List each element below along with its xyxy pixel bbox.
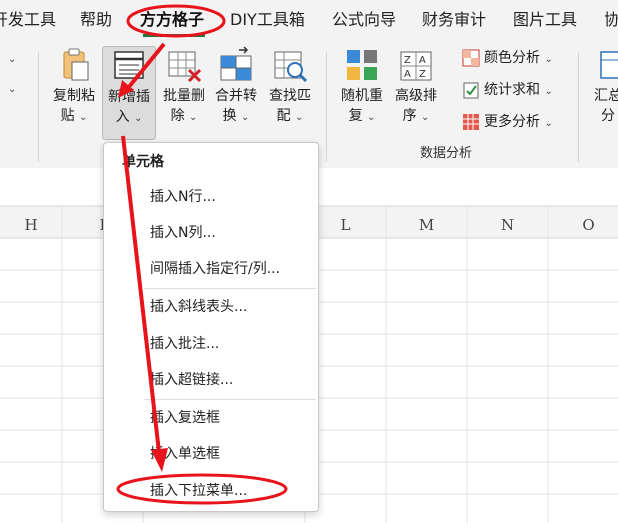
merge-convert-button[interactable]: 合并转 换 ⌄ [210,46,262,138]
button-label: 查找匹 [269,88,311,104]
color-analysis-button[interactable]: 颜色分析 ⌄ [462,46,553,70]
button-label: 贴 [60,108,75,124]
active-tab-underline [143,34,205,37]
button-label: 合并转 [215,88,257,104]
column-header[interactable]: N [467,216,548,238]
tab-help[interactable]: 帮助 [80,9,112,31]
insert-rows-icon [114,51,144,79]
summary-icon [600,51,618,79]
random-repeat-button[interactable]: 随机重 复 ⌄ [336,46,388,138]
menu-tab-bar: 开发工具 帮助 方方格子 DIY工具箱 公式向导 财务审计 图片工具 协 [0,0,618,41]
find-match-icon [274,51,308,83]
small-item-label: 统计求和 [484,82,540,98]
group-label-data-analysis: 数据分析 [420,146,473,161]
find-match-button[interactable]: 查找匹 配 ⌄ [264,46,316,138]
clipboard-check-icon [463,82,479,99]
svg-text:A: A [419,55,426,66]
paste-icon [63,48,89,81]
tab-diy-toolbox[interactable]: DIY工具箱 [230,9,305,31]
small-item-label: 颜色分析 [484,50,540,66]
menu-item-insert-comment[interactable]: 插入批注... [150,334,219,354]
ribbon-separator [326,52,327,162]
statistics-sum-button[interactable]: 统计求和 ⌄ [462,78,553,102]
menu-item-interval-insert[interactable]: 间隔插入指定行/列... [150,259,280,279]
ribbon-separator [38,52,39,162]
menu-section-header: 单元格 [122,154,164,170]
tab-finance-audit[interactable]: 财务审计 [422,9,486,31]
batch-delete-icon [168,51,202,83]
chevron-down-icon: ⌄ [241,112,250,123]
column-header[interactable]: O [548,216,618,238]
merge-convert-icon [220,46,252,81]
button-label: 序 [402,108,417,124]
chevron-down-icon: ⌄ [544,86,553,97]
button-label: 批量删 [163,88,205,104]
button-label: 分 [601,108,615,124]
svg-text:Z: Z [419,69,426,80]
tab-formula-wizard[interactable]: 公式向导 [332,9,396,31]
chevron-down-icon: ⌄ [367,112,376,123]
small-item-label: 更多分析 [484,114,540,130]
button-label: 换 [222,108,237,124]
batch-delete-button[interactable]: 批量删 除 ⌄ [158,46,210,138]
menu-item-insert-diagonal-header[interactable]: 插入斜线表头... [150,297,247,317]
new-insert-button[interactable]: 新增插 入 ⌄ [102,46,156,140]
ribbon-separator [578,52,579,162]
copy-paste-button[interactable]: 复制粘 贴 ⌄ [48,46,100,138]
button-label: 汇总 [594,88,618,104]
tab-fangfang-gezi[interactable]: 方方格子 [140,9,204,31]
menu-separator [144,399,316,400]
chevron-down-icon[interactable]: ⌄ [8,84,16,95]
column-header[interactable]: M [386,216,467,238]
button-label: 新增插 [108,89,150,105]
menu-item-insert-dropdown[interactable]: 插入下拉菜单... [150,481,247,501]
button-label: 配 [276,108,291,124]
red-grid-icon [463,114,479,130]
chevron-down-icon: ⌄ [544,54,553,65]
chevron-down-icon: ⌄ [134,113,143,124]
menu-item-insert-n-rows[interactable]: 插入N行... [150,187,216,207]
button-label: 复 [348,108,363,124]
menu-item-insert-radio[interactable]: 插入单选框 [150,444,220,464]
button-label: 复制粘 [53,88,95,104]
button-label: 入 [115,109,130,125]
button-label: 除 [170,108,185,124]
tab-collab[interactable]: 协 [604,9,618,31]
random-repeat-icon [347,50,377,80]
advanced-sort-icon: Z A A Z [400,51,432,81]
chevron-down-icon: ⌄ [421,112,430,123]
column-header[interactable]: H [0,216,62,238]
more-analysis-button[interactable]: 更多分析 ⌄ [462,110,553,134]
chevron-down-icon[interactable]: ⌄ [8,54,16,65]
menu-item-insert-n-columns[interactable]: 插入N列... [150,223,216,243]
color-grid-icon [462,49,480,67]
button-label: 高级排 [395,88,437,104]
insert-dropdown-menu: 单元格 插入N行... 插入N列... 间隔插入指定行/列... 插入斜线表头.… [103,142,319,512]
tab-image-tools[interactable]: 图片工具 [513,9,577,31]
svg-text:A: A [404,69,411,80]
svg-text:Z: Z [404,55,411,66]
menu-item-insert-checkbox[interactable]: 插入复选框 [150,408,220,428]
tab-developer[interactable]: 开发工具 [0,9,56,31]
menu-separator [144,288,316,289]
chevron-down-icon: ⌄ [189,112,198,123]
menu-item-insert-hyperlink[interactable]: 插入超链接... [150,370,233,390]
chevron-down-icon: ⌄ [544,118,553,129]
advanced-sort-button[interactable]: Z A A Z 高级排 序 ⌄ [390,46,442,138]
chevron-down-icon: ⌄ [79,112,88,123]
button-label: 随机重 [341,88,383,104]
summary-button[interactable]: 汇总 分 [586,46,618,138]
chevron-down-icon: ⌄ [295,112,304,123]
